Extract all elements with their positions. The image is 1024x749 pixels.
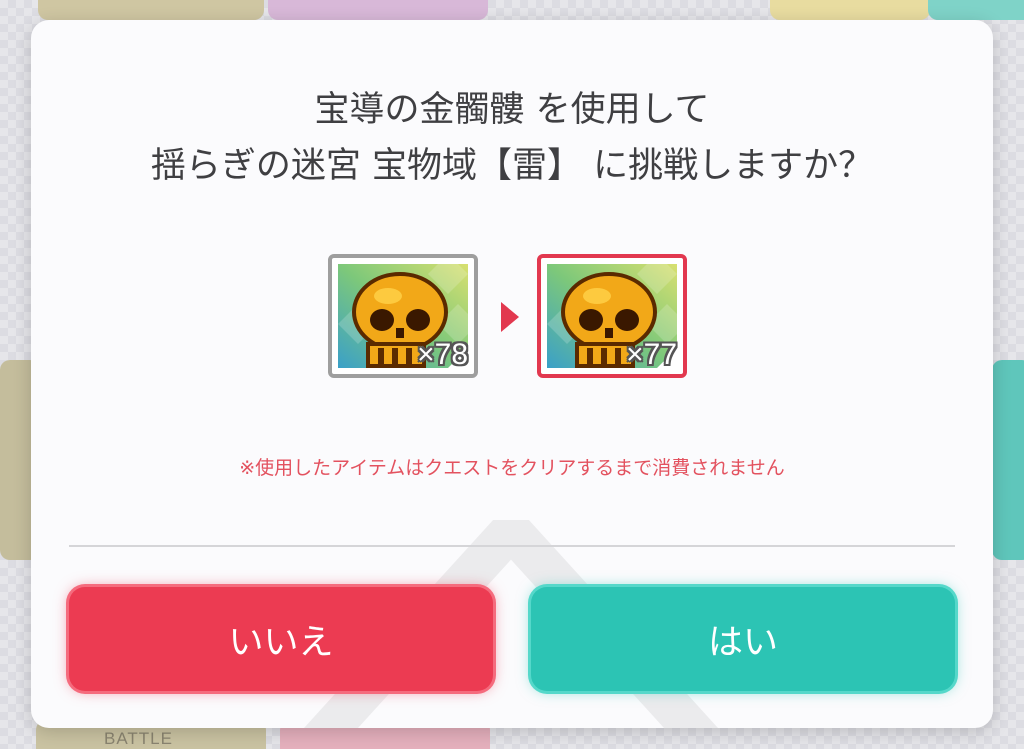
background-card [770,0,930,20]
background-card [992,360,1024,560]
background-card [928,0,1024,20]
item-before: ×78 [328,254,478,378]
background-card [38,0,264,20]
consumption-note: ※使用したアイテムはクエストをクリアするまで消費されません [239,457,785,479]
no-button[interactable]: いいえ [69,587,493,691]
arrow-right-icon [501,302,519,332]
item-after-count: ×77 [626,338,677,371]
dialog-title-line2: 揺らぎの迷宮 宝物域【雷】 に挑戦しますか？ [150,146,874,186]
background-card [268,0,488,20]
item-before-count: ×78 [417,338,468,371]
dialog-title-line1: 宝導の金髑髏 を使用して [314,90,710,130]
confirm-dialog: 宝導の金髑髏 を使用して 揺らぎの迷宮 宝物域【雷】 に挑戦しますか？ ×78 … [31,20,993,728]
dialog-title: 宝導の金髑髏 を使用して 揺らぎの迷宮 宝物域【雷】 に挑戦しますか？ [31,82,993,194]
item-change-display: ×78 ×77 [31,254,993,384]
yes-button[interactable]: はい [531,587,955,691]
divider [69,545,955,547]
item-after: ×77 [537,254,687,378]
background-battle-label: BATTLE [104,729,173,748]
